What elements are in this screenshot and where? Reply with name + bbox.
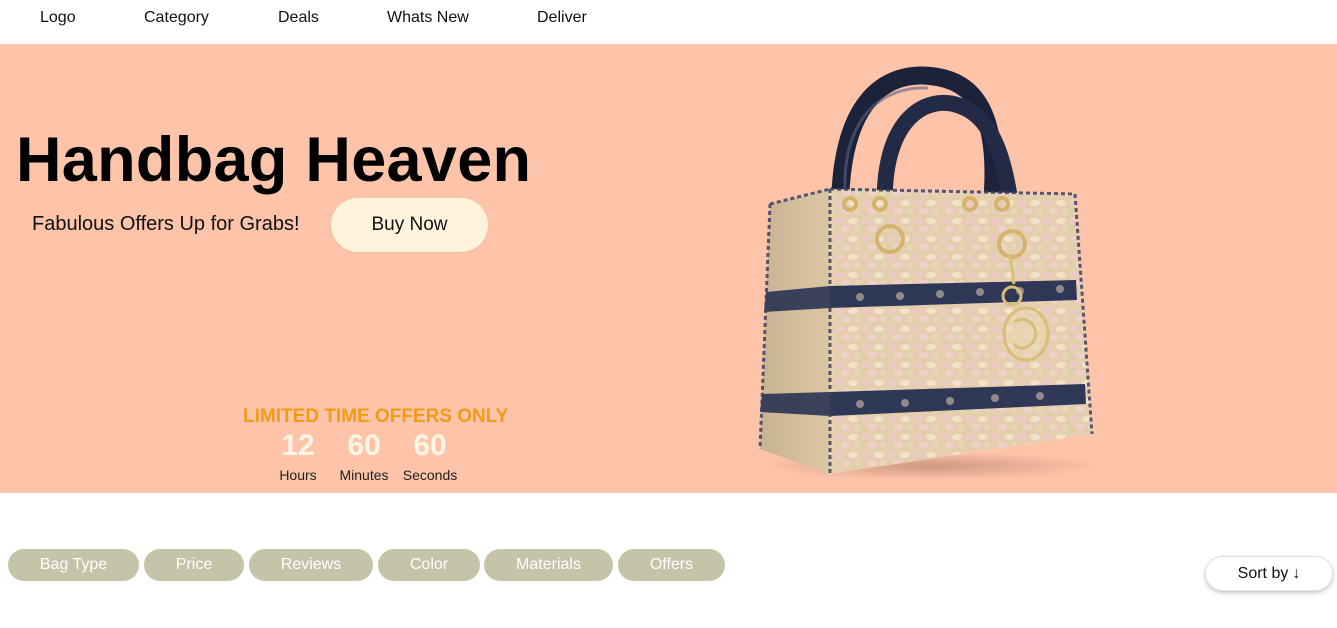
countdown-hours-label: Hours — [279, 467, 317, 483]
offer-title: LIMITED TIME OFFERS ONLY — [243, 406, 509, 427]
arrow-down-icon: ↓ — [1292, 564, 1301, 582]
nav-item-whats-new[interactable]: Whats New — [387, 9, 469, 27]
countdown-seconds-value: 60 — [413, 429, 447, 462]
filter-reviews[interactable]: Reviews — [249, 549, 373, 581]
filter-materials[interactable]: Materials — [484, 549, 613, 581]
sort-by-label: Sort by — [1237, 564, 1289, 582]
nav-logo[interactable]: Logo — [40, 9, 76, 27]
handbag-image — [758, 66, 1100, 480]
hero-banner: Handbag Heaven Fabulous Offers Up for Gr… — [0, 44, 1337, 493]
sort-by-button[interactable]: Sort by ↓ — [1205, 556, 1333, 591]
filter-offers[interactable]: Offers — [618, 549, 725, 581]
countdown-hours-value: 12 — [281, 429, 315, 462]
nav-item-deliver[interactable]: Deliver — [537, 9, 587, 27]
filter-bag-type[interactable]: Bag Type — [8, 549, 139, 581]
countdown-minutes-value: 60 — [347, 429, 381, 462]
hero-subtitle: Fabulous Offers Up for Grabs! — [32, 213, 300, 235]
countdown-minutes-label: Minutes — [339, 467, 389, 483]
filter-price[interactable]: Price — [144, 549, 244, 581]
top-nav: Logo Category Deals Whats New Deliver — [0, 0, 1337, 44]
nav-item-deals[interactable]: Deals — [278, 9, 319, 27]
buy-now-button[interactable]: Buy Now — [331, 198, 488, 252]
hero-title: Handbag Heaven — [16, 125, 532, 195]
filter-color[interactable]: Color — [378, 549, 480, 581]
countdown-seconds-label: Seconds — [402, 467, 458, 483]
nav-item-category[interactable]: Category — [144, 9, 209, 27]
